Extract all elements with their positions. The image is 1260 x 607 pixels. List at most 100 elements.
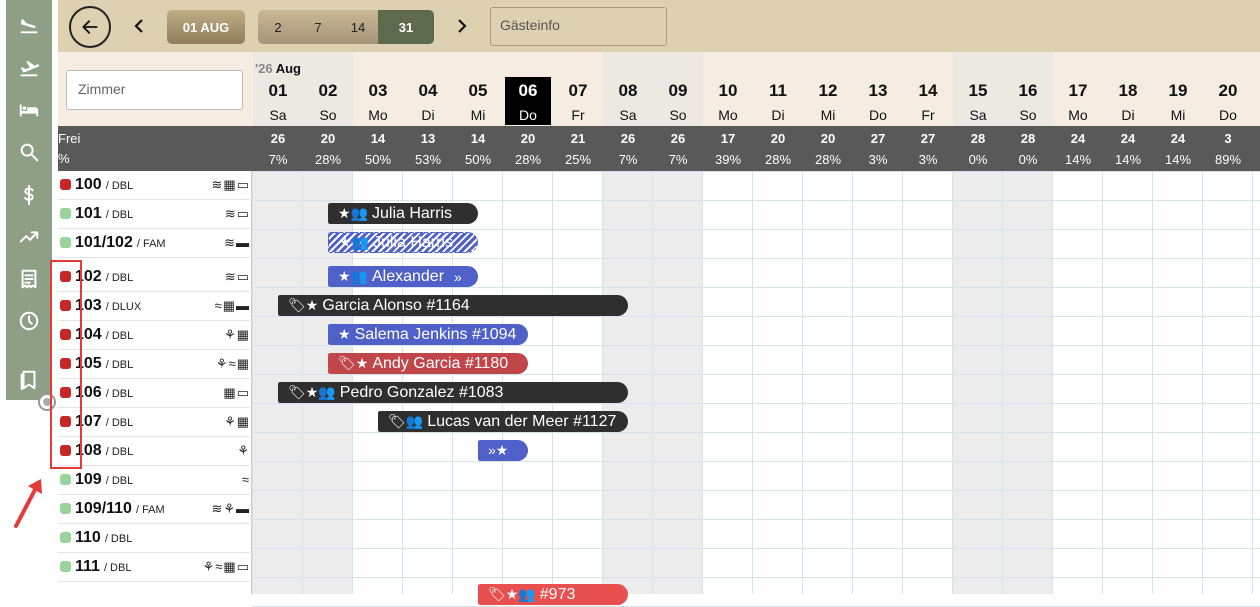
room-amenity-icons: ▦▭ (223, 385, 250, 400)
percent-label: % (58, 151, 70, 166)
room-row[interactable]: 110/ DBL (58, 524, 252, 553)
range-option[interactable]: 2 (258, 10, 298, 44)
room-number: 101/ DBL (75, 205, 133, 223)
room-amenity-icons: ⚘≈▦▭ (202, 559, 250, 574)
grid-hline (252, 316, 1260, 317)
trending-up-icon[interactable] (6, 217, 52, 257)
clock-icon[interactable] (6, 301, 52, 341)
grid-hline (252, 461, 1260, 462)
booking-bar[interactable]: 🏷★ Garcia Alonso #1164 (278, 295, 628, 316)
day-number: 07 (568, 81, 588, 100)
day-header[interactable]: 11 Di (753, 52, 803, 126)
booking-guest-name: #973 (539, 585, 576, 603)
month-name: Aug (275, 61, 301, 76)
plane-takeoff-icon[interactable] (6, 48, 52, 88)
day-header[interactable]: 10 Mo (703, 52, 753, 126)
booking-bar[interactable]: 🏷★👥 Pedro Gonzalez #1083 (278, 382, 628, 403)
room-number-text: 100 (75, 176, 102, 193)
day-header[interactable]: 07 Fr (553, 52, 603, 126)
next-period-button[interactable] (451, 14, 473, 38)
bed-icon[interactable] (6, 90, 52, 130)
day-number: 06 (518, 81, 538, 100)
day-header[interactable]: 04 Di (403, 52, 453, 126)
day-header[interactable]: 09 So (653, 52, 703, 126)
free-count: 20 (770, 131, 786, 146)
booking-bar[interactable]: ★ Salema Jenkins #1094 (328, 324, 528, 345)
room-row[interactable]: 107/ DBL ⚘▦ (58, 408, 252, 437)
booking-bar[interactable]: 🏷★ Andy Garcia #1180 (328, 353, 528, 374)
booking-symbols: 🏷★👥 (488, 586, 536, 602)
day-header[interactable]: 03 Mo (353, 52, 403, 126)
day-header[interactable]: 13 Do (853, 52, 903, 126)
day-header[interactable]: 20 Do (1203, 52, 1253, 126)
room-amenity-icons: ≋▭ (224, 269, 250, 284)
day-header[interactable]: 05 Mi (453, 52, 503, 126)
free-count: 24 (1070, 131, 1086, 146)
day-number: 14 (918, 81, 938, 100)
room-row[interactable]: 109/ DBL ≈ (58, 466, 252, 495)
grid-vline (752, 171, 753, 594)
grid-hline (252, 490, 1260, 491)
booking-bar[interactable]: 🏷★👥 #973 (478, 584, 628, 605)
booking-bar[interactable]: »★ (478, 440, 528, 461)
room-row[interactable]: 102/ DBL ≋▭ (58, 263, 252, 292)
room-search-input[interactable]: Zimmer (66, 70, 243, 110)
room-row[interactable]: 101/ DBL ≋▭ (58, 200, 252, 229)
day-header[interactable]: 14 Fr (903, 52, 953, 126)
free-count: 24 (1170, 131, 1186, 146)
free-count: 17 (720, 131, 736, 146)
date-picker-button[interactable]: 01 AUG (167, 10, 245, 44)
booking-bar[interactable]: ★👥 Julia Harris (328, 232, 478, 253)
free-count: 27 (920, 131, 936, 146)
booking-bar[interactable]: ★👥 Julia Harris (328, 203, 478, 224)
occupancy-percent: 28% (314, 152, 342, 167)
room-number: 111/ DBL (75, 558, 131, 576)
occupancy-percent: 39% (714, 152, 742, 167)
previous-period-button[interactable] (128, 14, 150, 38)
day-header[interactable]: 02 So (303, 52, 353, 126)
room-row[interactable]: 106/ DBL ▦▭ (58, 379, 252, 408)
free-count: 26 (670, 131, 686, 146)
room-row[interactable]: 100/ DBL ≋▦▭ (58, 171, 252, 200)
booking-bar[interactable]: 🏷👥 Lucas van der Meer #1127 (378, 411, 628, 432)
day-header[interactable]: 06 Do (503, 52, 553, 126)
dollar-icon[interactable] (6, 175, 52, 215)
room-type: / DBL (105, 330, 134, 342)
day-header[interactable]: 18 Di (1103, 52, 1153, 126)
day-number: 10 (718, 81, 738, 100)
occupancy-percent: 14% (1164, 152, 1192, 167)
day-header[interactable]: 12 Mi (803, 52, 853, 126)
room-number: 110/ DBL (75, 529, 132, 547)
day-header[interactable]: 16 So (1003, 52, 1053, 126)
annotation-arrow-icon (14, 479, 42, 528)
day-number: 13 (868, 81, 888, 100)
year-label: '26 (255, 61, 273, 76)
day-header[interactable]: 15 Sa (953, 52, 1003, 126)
search-icon[interactable] (6, 132, 52, 172)
occupancy-percent: 89% (1214, 152, 1242, 167)
room-row[interactable]: 104/ DBL ⚘▦ (58, 321, 252, 350)
day-header[interactable]: 17 Mo (1053, 52, 1103, 126)
plane-landing-icon[interactable] (6, 5, 52, 45)
day-header[interactable]: 19 Mi (1153, 52, 1203, 126)
range-option[interactable]: 14 (338, 10, 378, 44)
back-button[interactable] (69, 6, 111, 48)
room-row[interactable]: 105/ DBL ⚘≈▦ (58, 350, 252, 379)
day-of-week: Fr (921, 107, 935, 123)
booking-bar[interactable]: ★👥 Alexander » (328, 266, 478, 287)
guest-info-input[interactable]: Gästeinfo (490, 7, 667, 46)
room-row[interactable]: 109/110/ FAM ≋⚘▬ (58, 495, 252, 524)
room-amenity-icons: ≋▦▭ (211, 177, 250, 192)
occupancy-percent: 25% (564, 152, 592, 167)
room-number-text: 111 (75, 558, 100, 575)
range-option[interactable]: 31 (378, 10, 434, 44)
free-count: 21 (570, 131, 586, 146)
room-row[interactable]: 101/102/ FAM ≋▬ (58, 229, 252, 258)
invoice-icon[interactable] (6, 259, 52, 299)
grid-vline (1002, 171, 1003, 594)
room-row[interactable]: 103/ DLUX ≈▦▬ (58, 292, 252, 321)
room-row[interactable]: 108/ DBL ⚘ (58, 437, 252, 466)
range-option[interactable]: 7 (298, 10, 338, 44)
room-row[interactable]: 111/ DBL ⚘≈▦▭ (58, 553, 252, 582)
day-header[interactable]: 08 Sa (603, 52, 653, 126)
